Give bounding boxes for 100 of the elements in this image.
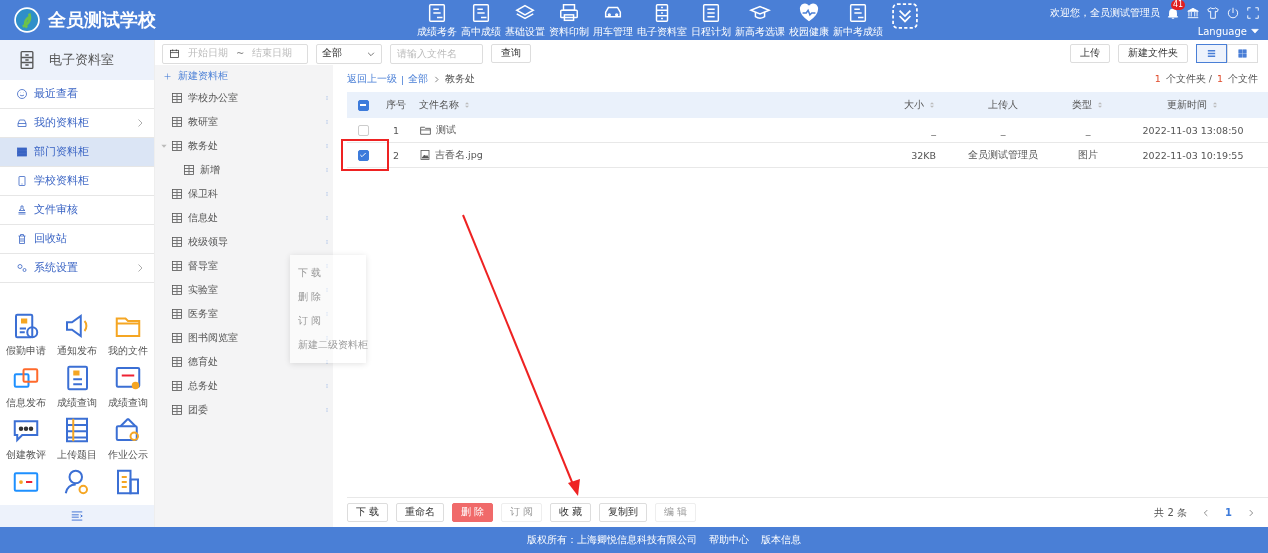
tree-item[interactable]: 教务处 (188, 139, 218, 153)
tree-item[interactable]: 实验室 (188, 283, 218, 297)
tree-item[interactable]: 德育处 (188, 355, 218, 369)
app-button[interactable]: 高中成绩 (460, 0, 502, 41)
column-header[interactable]: 类型 (1072, 98, 1104, 112)
app-shortcut[interactable]: 创建教评 (0, 415, 52, 461)
new-cabinet-link[interactable]: 新建资料柜 (155, 69, 333, 83)
app-shortcut[interactable]: 成绩查询 (102, 363, 154, 409)
app-button[interactable]: 基础设置 (504, 0, 546, 41)
breadcrumb-link[interactable]: 全部 (408, 72, 429, 86)
app-shortcut[interactable]: 成绩查询 (51, 363, 103, 409)
tree-item[interactable]: 保卫科 (188, 187, 218, 201)
list-icon (700, 1, 722, 24)
welcome-text: 欢迎您，全员测试管理员 (1050, 5, 1160, 20)
sort-icon[interactable] (1211, 100, 1219, 110)
column-header[interactable]: 更新时间 (1167, 98, 1219, 112)
page-number[interactable]: 1 (1225, 507, 1232, 518)
checkbox[interactable] (357, 99, 369, 111)
action-button[interactable]: 复制到 (599, 503, 648, 522)
nav-item[interactable]: 系统设置 (0, 254, 154, 283)
app-shortcut[interactable]: 作业公示 (102, 415, 154, 461)
tree-item[interactable]: 学校办公室 (188, 91, 238, 105)
stamp-icon (16, 204, 28, 216)
copyright-text: 版权所有：上海卿悦信息科技有限公司 (527, 533, 697, 547)
cabinet-icon (171, 308, 183, 320)
column-header[interactable]: 大小 (904, 98, 936, 112)
shirt-icon[interactable] (1206, 5, 1220, 20)
nav-item[interactable]: 部门资料柜 (0, 138, 154, 167)
fullscreen-icon[interactable] (1246, 5, 1260, 20)
checkbox[interactable] (357, 124, 369, 136)
app-button[interactable]: 用车管理 (592, 0, 634, 41)
chevron-right-icon (432, 74, 442, 84)
table-row[interactable]: 1 测试 _ _ _ 2022-11-03 13:08:50 (347, 118, 1268, 143)
tree-item[interactable]: 信息处 (188, 211, 218, 225)
action-button[interactable]: 重命名 (396, 503, 445, 522)
table-cell: 测试 (436, 123, 456, 137)
table-row[interactable]: 2 吉香名.jpg 32KB 全员测试管理员 图片 2022-11-03 10:19:55 (347, 143, 1268, 168)
app-shortcut[interactable]: 信息发布 (0, 363, 52, 409)
tree-item[interactable]: 团委 (188, 403, 208, 417)
caret-down-icon[interactable] (160, 142, 168, 150)
cabinet-icon (171, 92, 183, 104)
notification-badge: 41 (1171, 0, 1186, 10)
tree-item[interactable]: 教研室 (188, 115, 218, 129)
action-button[interactable]: 下 载 (347, 503, 389, 522)
app-shortcut[interactable]: 通知发布 (51, 311, 103, 357)
next-page-icon[interactable] (1246, 507, 1256, 518)
app-button[interactable]: 成绩考务 (416, 0, 458, 41)
footer-link[interactable]: 版本信息 (761, 533, 801, 547)
app-shortcut[interactable]: 上传题目 (51, 415, 103, 461)
app-shortcut[interactable]: 我的文件 (102, 311, 154, 357)
cabinet-icon (171, 212, 183, 224)
app-button[interactable]: 新高考选课 (734, 0, 786, 41)
column-header[interactable]: 文件名称 (419, 98, 471, 112)
folder-count: 1 (1154, 72, 1161, 86)
app-button[interactable]: 新中考成绩 (832, 0, 884, 41)
expand-more-button[interactable] (892, 2, 918, 29)
sort-icon[interactable] (1096, 100, 1104, 110)
app-button[interactable]: 校园健康 (788, 0, 830, 41)
file-count-label: 个文件 (1228, 72, 1258, 86)
total-count: 共 2 条 (1154, 505, 1188, 520)
highlight-box (341, 139, 389, 171)
caret-icon (1250, 26, 1260, 36)
column-header: 上传人 (988, 98, 1018, 112)
filename-field[interactable]: 请输入文件名 (390, 43, 483, 64)
app-shortcut[interactable]: 假勤申请 (0, 311, 52, 357)
tree-item[interactable]: 督导室 (188, 259, 218, 273)
action-button[interactable]: 收 藏 (550, 503, 592, 522)
app-button[interactable]: 电子资料室 (636, 0, 688, 41)
cabinet-icon (171, 332, 183, 344)
tree-item[interactable]: 总务处 (188, 379, 218, 393)
query-button[interactable]: 查询 (491, 44, 531, 63)
checkbox[interactable] (357, 149, 369, 161)
back-link[interactable]: 返回上一级 (347, 72, 397, 86)
breadcrumb-separator: | (401, 73, 405, 85)
cabinet-icon (171, 284, 183, 296)
tree-item[interactable]: 医务室 (188, 307, 218, 321)
sort-icon[interactable] (928, 100, 936, 110)
calendar-icon (169, 48, 180, 59)
tree-item[interactable]: 新增 (200, 163, 220, 177)
document-icon (470, 1, 492, 24)
bank-icon[interactable] (1186, 5, 1200, 20)
table-cell: 2022-11-03 13:08:50 (1142, 124, 1244, 136)
type-select[interactable]: 全部 (316, 43, 382, 64)
sort-icon[interactable] (463, 100, 471, 110)
nav-item[interactable]: 最近查看 (0, 80, 154, 109)
list-icon (1206, 47, 1217, 59)
collapse-icon[interactable] (70, 509, 84, 523)
cabinet-icon (171, 404, 183, 416)
nav-item[interactable]: 学校资料柜 (0, 167, 154, 196)
app-button[interactable]: 资料印制 (548, 0, 590, 41)
folder-count-label: 个文件夹 / (1165, 72, 1212, 86)
tree-item[interactable]: 图书阅览室 (188, 331, 238, 345)
language-dropdown[interactable]: Language (1197, 25, 1260, 37)
app-button[interactable]: 日程计划 (690, 0, 732, 41)
power-icon[interactable] (1226, 5, 1240, 20)
footer-link[interactable]: 帮助中心 (709, 533, 749, 547)
cabinet-icon (17, 50, 37, 70)
tree-item[interactable]: 校级领导 (188, 235, 228, 249)
nav-item[interactable]: 回收站 (0, 225, 154, 254)
nav-item[interactable]: 文件审核 (0, 196, 154, 225)
